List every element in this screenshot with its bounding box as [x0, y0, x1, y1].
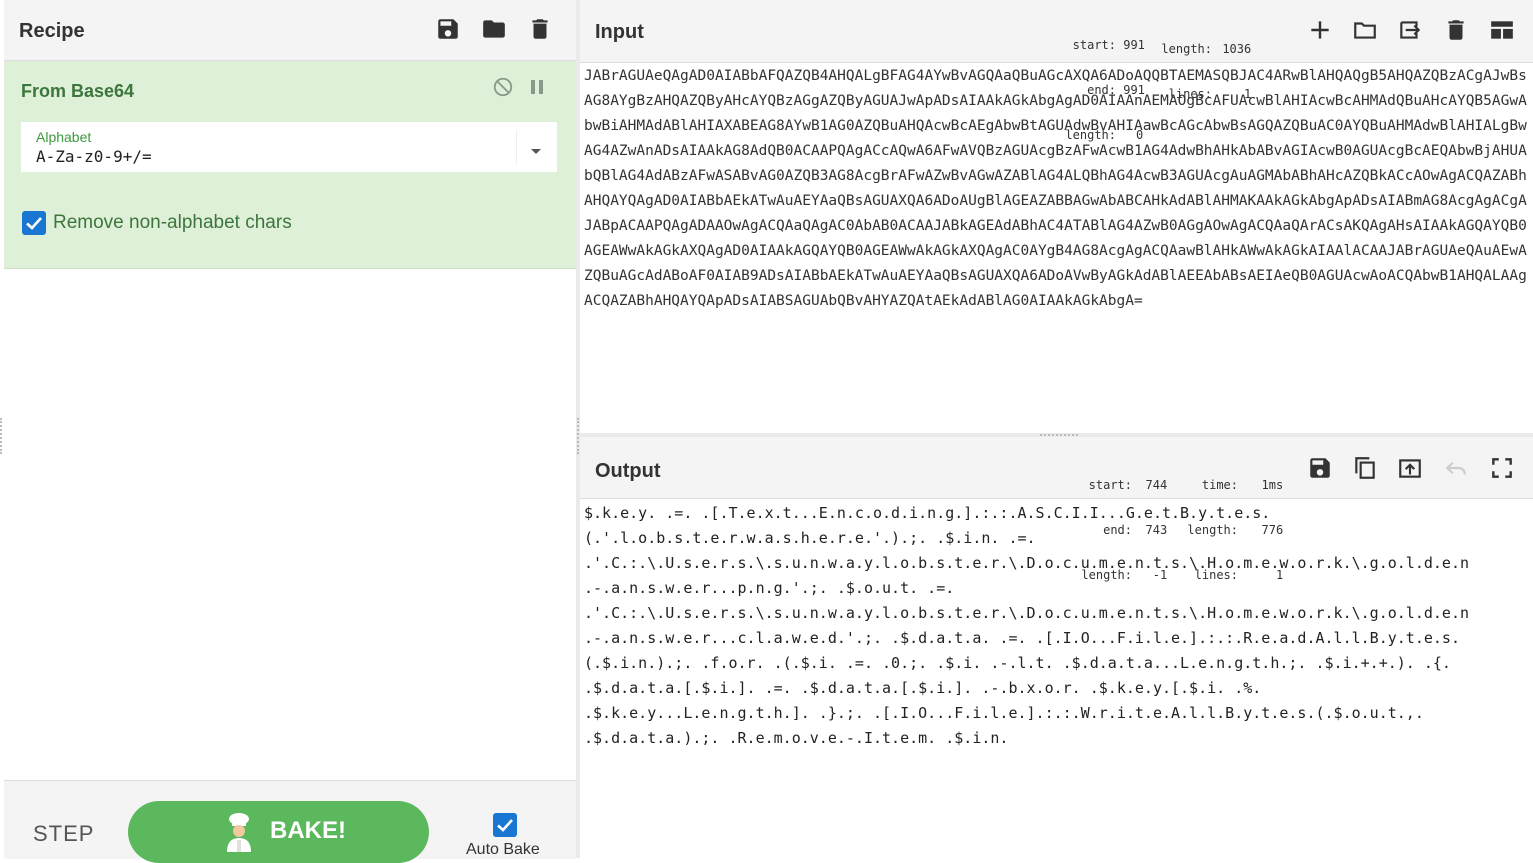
operation-title: From Base64	[21, 81, 135, 101]
maximise-icon[interactable]	[1489, 455, 1515, 481]
save-output-icon[interactable]	[1307, 455, 1333, 481]
output-text[interactable]: $.k.e.y. .=. .[.T.e.x.t...E.n.c.o.d.i.n.…	[584, 501, 1529, 851]
remove-non-alphabet-label[interactable]: Remove non-alphabet chars	[53, 212, 292, 234]
copy-icon[interactable]	[1352, 455, 1378, 481]
stat-value: 991	[1123, 38, 1145, 52]
recipe-header: Recipe	[4, 0, 576, 61]
bake-button[interactable]: BAKE!	[128, 801, 429, 863]
stat-label: start:	[1088, 478, 1132, 492]
stat-label: length:	[1161, 42, 1212, 56]
undo-icon[interactable]	[1443, 455, 1469, 481]
alphabet-separator	[516, 130, 517, 164]
auto-bake-checkbox[interactable]	[493, 813, 517, 837]
open-folder-icon[interactable]	[1352, 17, 1378, 43]
clear-input-trash-icon[interactable]	[1443, 17, 1469, 43]
save-icon[interactable]	[435, 16, 461, 42]
pause-icon[interactable]	[528, 78, 546, 96]
step-button[interactable]: STEP	[33, 821, 94, 847]
input-textarea[interactable]: JABrAGUAeQAgAD0AIABbAFQAZQB4AHQALgBFAG4A…	[584, 64, 1529, 429]
input-title: Input	[595, 21, 644, 43]
output-pane: Output start: 744 end: 743 length: -1 ti…	[580, 437, 1533, 858]
trash-icon[interactable]	[527, 16, 553, 42]
stat-value: 1ms	[1261, 478, 1284, 492]
stat-label: time:	[1201, 478, 1238, 492]
open-file-icon[interactable]	[1397, 17, 1423, 43]
bake-label: BAKE!	[270, 817, 346, 844]
chef-icon	[222, 812, 256, 852]
input-pane: Input start: 991 end: 991 length: 0 leng…	[580, 0, 1533, 433]
recipe-pane: Recipe From Base64 Alphabet A-Za-z0-9+/=	[4, 0, 576, 863]
recipe-title: Recipe	[19, 20, 85, 42]
input-header: Input start: 991 end: 991 length: 0 leng…	[580, 0, 1533, 142]
layout-icon[interactable]	[1489, 17, 1515, 43]
alphabet-select[interactable]: Alphabet A-Za-z0-9+/=	[21, 122, 557, 172]
caret-down-icon[interactable]	[529, 143, 543, 154]
alphabet-value[interactable]: A-Za-z0-9+/=	[36, 147, 152, 166]
stat-value: 744	[1145, 478, 1168, 492]
output-header: Output start: 744 end: 743 length: -1 ti…	[580, 437, 1533, 582]
remove-non-alphabet-checkbox[interactable]	[22, 211, 46, 235]
replace-input-icon[interactable]	[1397, 455, 1423, 481]
alphabet-label: Alphabet	[36, 129, 92, 145]
operation-from-base64[interactable]: From Base64 Alphabet A-Za-z0-9+/= Remove…	[4, 61, 576, 269]
stat-value: 1036	[1222, 42, 1252, 56]
left-resize-handle[interactable]	[0, 418, 4, 454]
stat-label: start:	[1072, 38, 1116, 52]
auto-bake-label[interactable]: Auto Bake	[466, 841, 540, 859]
disable-icon[interactable]	[492, 76, 514, 98]
output-title: Output	[595, 460, 661, 482]
add-tab-icon[interactable]	[1307, 17, 1333, 43]
folder-open-icon[interactable]	[481, 16, 507, 42]
bake-controls: STEP BAKE! Auto Bake	[4, 780, 576, 863]
